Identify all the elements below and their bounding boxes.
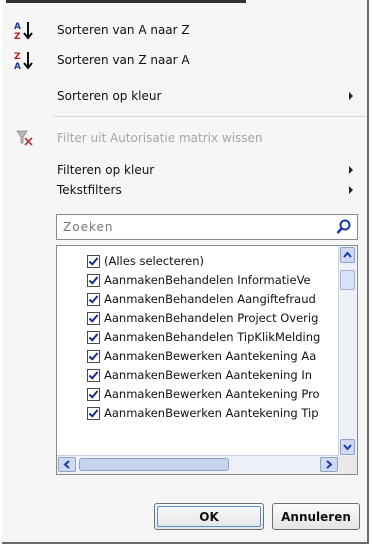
list-item-label: AanmakenBewerken Aantekening Pro — [104, 387, 320, 401]
chevron-down-icon — [343, 444, 352, 451]
text-filters-label: Tekstfilters — [57, 183, 122, 197]
list-item-label: AanmakenBehandelen Project Overig — [104, 311, 319, 325]
list-item-label: AanmakenBewerken Aantekening Aa — [104, 349, 317, 363]
clear-filter-icon — [16, 130, 33, 146]
submenu-arrow-icon — [349, 186, 353, 194]
sort-color-label: Sorteren op kleur — [57, 89, 162, 103]
clear-filter-label: Filter uit Autorisatie matrix wissen — [57, 131, 263, 145]
list-item-label: AanmakenBehandelen Aangiftefraud — [104, 292, 316, 306]
list-item[interactable]: AanmakenBewerken Aantekening Tip — [87, 404, 319, 422]
vertical-scroll-thumb[interactable] — [340, 270, 355, 290]
sort-descending-icon: Z A — [14, 52, 33, 70]
list-item[interactable]: AanmakenBehandelen Project Overig — [87, 309, 318, 327]
list-item[interactable]: AanmakenBewerken Aantekening Pro — [87, 385, 320, 403]
search-placeholder: Zoeken — [63, 220, 114, 234]
submenu-arrow-icon — [349, 92, 353, 100]
menu-sort-by-color[interactable]: Sorteren op kleur — [2, 82, 367, 110]
chevron-left-icon — [63, 460, 70, 469]
checkbox[interactable] — [87, 406, 100, 420]
checkbox[interactable] — [87, 330, 100, 344]
scroll-corner — [339, 456, 357, 474]
svg-text:A: A — [14, 22, 21, 32]
scroll-up-button[interactable] — [340, 247, 355, 263]
menu-separator — [54, 116, 366, 117]
vertical-scrollbar[interactable] — [338, 246, 357, 456]
checkbox[interactable] — [87, 292, 100, 306]
sort-za-label: Sorteren van Z naar A — [57, 53, 190, 67]
svg-text:Z: Z — [14, 52, 21, 62]
list-item-label: AanmakenBehandelen TipKlikMelding — [104, 330, 321, 344]
select-all-item[interactable]: (Alles selecteren) — [87, 252, 204, 270]
list-item[interactable]: AanmakenBehandelen InformatieVe — [87, 271, 311, 289]
scroll-down-button[interactable] — [340, 439, 355, 455]
list-item-label: (Alles selecteren) — [104, 254, 205, 268]
menu-sort-az[interactable]: A Z Sorteren van A naar Z — [2, 16, 367, 44]
list-item[interactable]: AanmakenBehandelen TipKlikMelding — [87, 328, 320, 346]
submenu-arrow-icon — [349, 166, 353, 174]
filter-color-label: Filteren op kleur — [57, 163, 155, 177]
svg-text:A: A — [14, 62, 21, 70]
chevron-up-icon — [343, 251, 352, 258]
list-item-label: AanmakenBewerken Aantekening In — [104, 368, 313, 382]
svg-text:Z: Z — [14, 32, 21, 40]
horizontal-scrollbar[interactable] — [57, 455, 339, 474]
scroll-left-button[interactable] — [58, 457, 76, 472]
panel-top-edge — [6, 0, 246, 3]
list-item[interactable]: AanmakenBewerken Aantekening Aa — [87, 347, 316, 365]
menu-text-filters[interactable]: Tekstfilters — [2, 176, 367, 204]
horizontal-scroll-thumb[interactable] — [79, 458, 229, 471]
menu-clear-filter: Filter uit Autorisatie matrix wissen — [2, 124, 367, 152]
checkbox[interactable] — [87, 273, 100, 287]
checkbox[interactable] — [87, 368, 100, 382]
checkbox[interactable] — [87, 349, 100, 363]
list-item-label: AanmakenBewerken Aantekening Tip — [104, 406, 319, 420]
list-item[interactable]: AanmakenBehandelen Aangiftefraud — [87, 290, 316, 308]
checkbox[interactable] — [87, 254, 100, 268]
list-item[interactable]: AanmakenBewerken Aantekening In — [87, 366, 312, 384]
value-list-items: (Alles selecteren) AanmakenBehandelen Inf… — [57, 246, 339, 456]
sort-az-label: Sorteren van A naar Z — [57, 23, 190, 37]
sort-ascending-icon: A Z — [14, 22, 33, 40]
scroll-right-button[interactable] — [320, 457, 338, 472]
cancel-button[interactable]: Annuleren — [272, 503, 360, 530]
list-item-label: AanmakenBehandelen InformatieVe — [104, 273, 311, 287]
chevron-right-icon — [326, 460, 333, 469]
autofilter-dropdown: A Z Sorteren van A naar Z Z A Sorteren v… — [2, 0, 369, 544]
menu-sort-za[interactable]: Z A Sorteren van Z naar A — [2, 46, 367, 74]
ok-button[interactable]: OK — [154, 503, 264, 530]
checkbox[interactable] — [87, 311, 100, 325]
checkbox[interactable] — [87, 387, 100, 401]
search-icon[interactable] — [335, 218, 353, 236]
value-list[interactable]: (Alles selecteren) AanmakenBehandelen Inf… — [56, 245, 358, 475]
search-input[interactable]: Zoeken — [56, 214, 358, 240]
